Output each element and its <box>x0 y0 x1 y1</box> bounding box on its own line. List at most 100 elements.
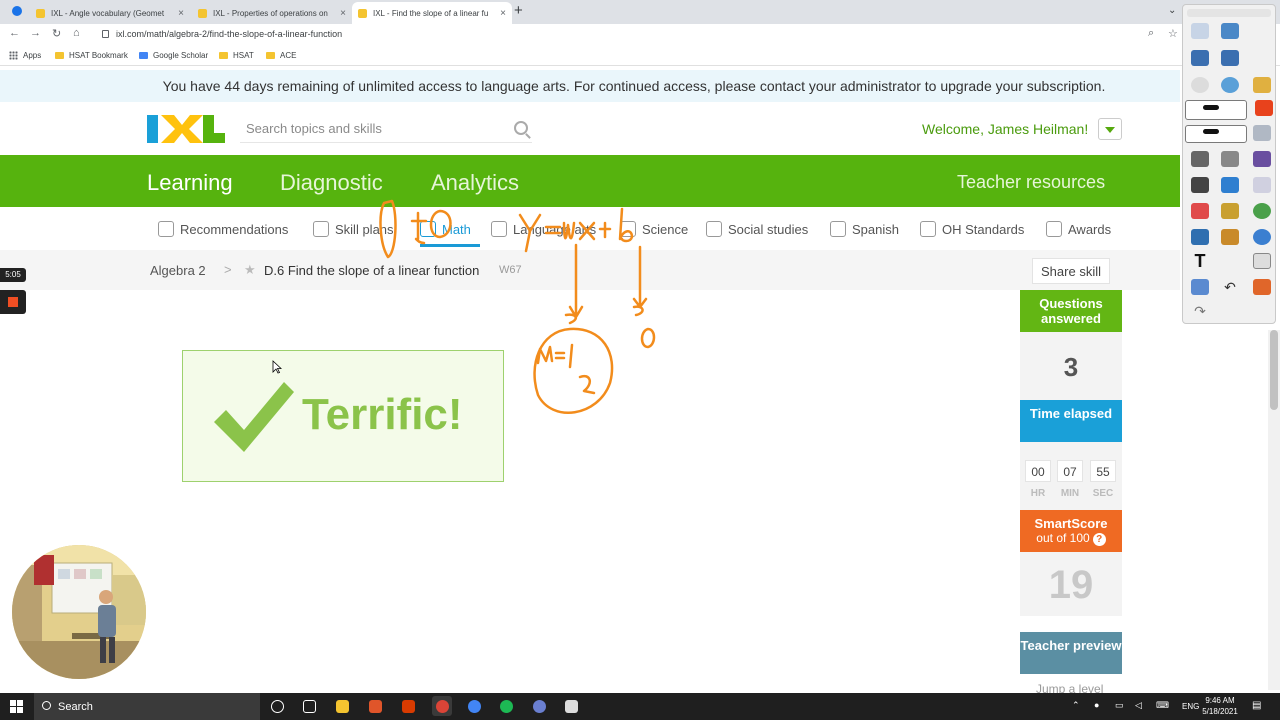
back-arrow-icon[interactable]: ← <box>9 27 20 39</box>
close-icon[interactable]: × <box>178 8 184 19</box>
text-box-icon[interactable] <box>1253 177 1271 193</box>
no-entry-icon[interactable] <box>1253 203 1271 219</box>
bookmark-hsat[interactable]: HSAT <box>219 51 254 60</box>
browser-tab-active[interactable]: IXL - Find the slope of a linear fu × <box>352 2 512 24</box>
next-page-icon[interactable] <box>1221 50 1239 66</box>
subnav-oh-standards[interactable]: OH Standards <box>920 221 1024 237</box>
pen-select-tool[interactable] <box>1185 100 1247 120</box>
taskbar-clock[interactable]: 9:46 AM 5/18/2021 <box>1198 695 1242 717</box>
whiteboard-app-icon[interactable] <box>565 700 578 713</box>
folder-icon <box>219 52 228 59</box>
url-text[interactable]: ixl.com/math/algebra-2/find-the-slope-of… <box>116 29 342 39</box>
nav-teacher-resources[interactable]: Teacher resources <box>957 172 1105 193</box>
subnav-awards[interactable]: Awards <box>1046 221 1111 237</box>
text-tool-icon[interactable]: T <box>1191 252 1209 270</box>
apps-grid-icon <box>9 51 18 60</box>
play-icon[interactable] <box>1191 77 1209 93</box>
bookmark-ace[interactable]: ACE <box>266 51 296 60</box>
settings-app-icon[interactable] <box>533 700 546 713</box>
forward-arrow-icon[interactable]: → <box>30 27 41 39</box>
scrollbar-thumb[interactable] <box>1270 330 1278 410</box>
bookmark-google-scholar[interactable]: Google Scholar <box>139 51 208 60</box>
welcome-text: Welcome, James Heilman! <box>922 121 1089 137</box>
nav-diagnostic[interactable]: Diagnostic <box>280 170 383 196</box>
globe-icon[interactable] <box>1221 77 1239 93</box>
fill-icon[interactable] <box>1221 203 1239 219</box>
webcam-overlay <box>12 545 146 679</box>
timer-seconds-label: SEC <box>1092 488 1114 499</box>
office-icon[interactable] <box>402 700 415 713</box>
spotify-icon[interactable] <box>500 700 513 713</box>
tab-search-chevron-icon[interactable]: ⌄ <box>1168 5 1176 16</box>
redo-icon[interactable]: ↷ <box>1191 303 1209 319</box>
cortana-icon[interactable] <box>271 700 284 713</box>
pages-icon[interactable] <box>1191 23 1209 39</box>
pen-icon[interactable] <box>1191 177 1209 193</box>
file-explorer-icon[interactable] <box>336 700 349 713</box>
task-view-icon[interactable] <box>303 700 316 713</box>
save-icon[interactable] <box>1253 151 1271 167</box>
capture-icon[interactable] <box>1221 23 1239 39</box>
network-icon[interactable]: ▭ <box>1115 700 1124 711</box>
highlighter-select-tool[interactable] <box>1185 125 1247 143</box>
close-icon[interactable]: × <box>500 8 506 19</box>
highlighter-icon[interactable] <box>1221 177 1239 193</box>
bookmark-star-icon[interactable]: ☆ <box>1168 27 1178 40</box>
tools-icon[interactable] <box>1221 151 1239 167</box>
new-tab-plus-icon[interactable]: + <box>514 2 523 19</box>
time-elapsed-header: Time elapsed <box>1020 400 1122 442</box>
lock-icon[interactable] <box>1253 229 1271 245</box>
chrome-icon[interactable] <box>468 700 481 713</box>
account-dropdown-button[interactable] <box>1098 118 1122 140</box>
close-icon[interactable]: × <box>340 8 346 19</box>
search-icon[interactable] <box>514 121 528 135</box>
taskbar-search[interactable]: Search <box>34 693 260 720</box>
bookmark-apps[interactable]: Apps <box>9 51 41 60</box>
bucket-icon[interactable] <box>1191 279 1209 295</box>
tab-title: IXL - Angle vocabulary (Geomet <box>51 8 165 18</box>
stop-recording-button[interactable] <box>0 290 26 314</box>
notifications-icon[interactable]: ▤ <box>1252 700 1261 711</box>
chrome-icon[interactable] <box>436 700 449 713</box>
share-skill-button[interactable]: Share skill <box>1032 258 1110 284</box>
eraser-icon[interactable] <box>1191 203 1209 219</box>
select-arrow-icon[interactable] <box>1191 151 1209 167</box>
language-indicator[interactable]: ENG <box>1182 702 1199 711</box>
chevron-up-icon[interactable]: ⌃ <box>1072 700 1080 711</box>
browser-tab[interactable]: IXL - Angle vocabulary (Geomet × <box>30 2 190 24</box>
browser-tab[interactable]: IXL - Properties of operations on × <box>192 2 352 24</box>
zoom-icon[interactable]: ⌕ <box>1148 27 1154 40</box>
clear-icon[interactable] <box>1253 253 1271 269</box>
nav-learning[interactable]: Learning <box>147 170 233 196</box>
line-icon[interactable] <box>1191 229 1209 245</box>
ixl-logo[interactable] <box>147 114 225 144</box>
teacher-preview-button[interactable]: Teacher preview <box>1020 632 1122 674</box>
color-palette-icon[interactable] <box>1253 279 1271 295</box>
breadcrumb-subject[interactable]: Algebra 2 <box>150 263 206 278</box>
pen-edit-icon[interactable] <box>1253 77 1271 93</box>
reload-icon[interactable]: ↻ <box>52 27 61 40</box>
screen-icon[interactable] <box>1253 125 1271 141</box>
ixl-favicon-icon <box>198 8 207 18</box>
toolbar-handle[interactable] <box>1187 9 1271 17</box>
undo-icon[interactable]: ↶ <box>1221 279 1239 295</box>
folder-icon <box>55 52 64 59</box>
search-input[interactable] <box>240 115 500 141</box>
time-elapsed-label: Time elapsed <box>1029 406 1113 421</box>
volume-icon[interactable]: ◁ <box>1135 700 1142 711</box>
app-icon[interactable] <box>369 700 382 713</box>
microphone-icon[interactable]: ● <box>1094 700 1099 710</box>
subnav-recommendations[interactable]: Recommendations <box>158 221 288 237</box>
bookmark-hsat-bookmark[interactable]: HSAT Bookmark <box>55 51 128 60</box>
home-icon[interactable]: ⌂ <box>73 27 80 39</box>
star-icon[interactable]: ★ <box>244 262 256 278</box>
prev-page-icon[interactable] <box>1191 50 1209 66</box>
windows-start-icon[interactable] <box>10 700 23 713</box>
help-icon[interactable]: ? <box>1092 533 1106 546</box>
nav-analytics[interactable]: Analytics <box>431 170 519 196</box>
subnav-social-studies[interactable]: Social studies <box>706 221 808 237</box>
close-icon[interactable] <box>1255 100 1273 116</box>
keyboard-icon[interactable]: ⌨ <box>1156 700 1169 711</box>
shapes-icon[interactable] <box>1221 229 1239 245</box>
subnav-spanish[interactable]: Spanish <box>830 221 899 237</box>
